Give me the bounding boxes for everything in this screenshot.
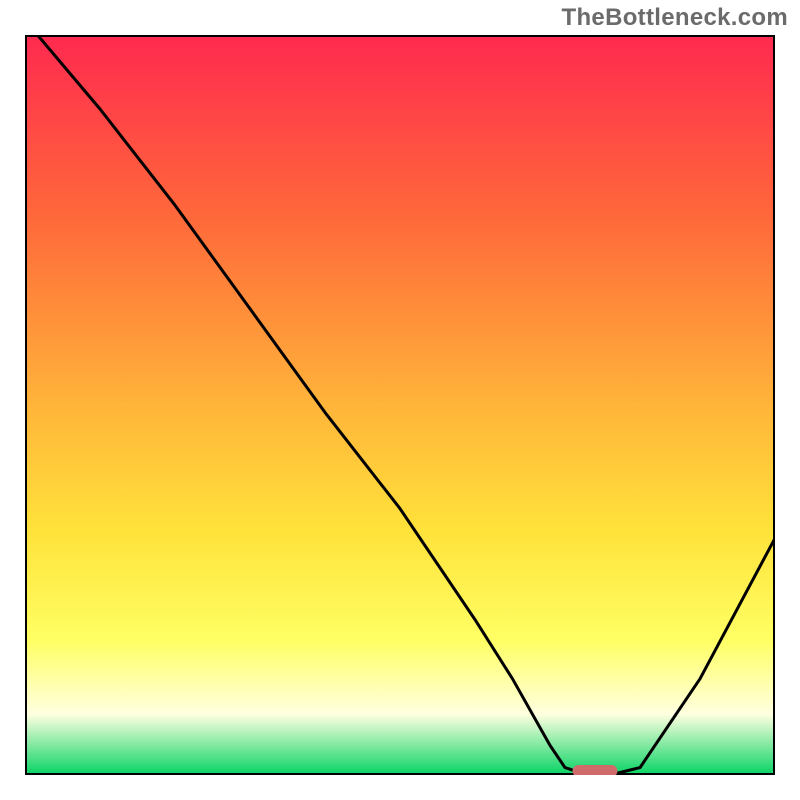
gradient-background [27,37,773,773]
watermark-text: TheBottleneck.com [562,4,788,32]
plot-area [25,35,775,775]
chart-stage: TheBottleneck.com [0,0,800,800]
chart-svg [25,35,775,775]
optimal-marker [573,765,618,775]
